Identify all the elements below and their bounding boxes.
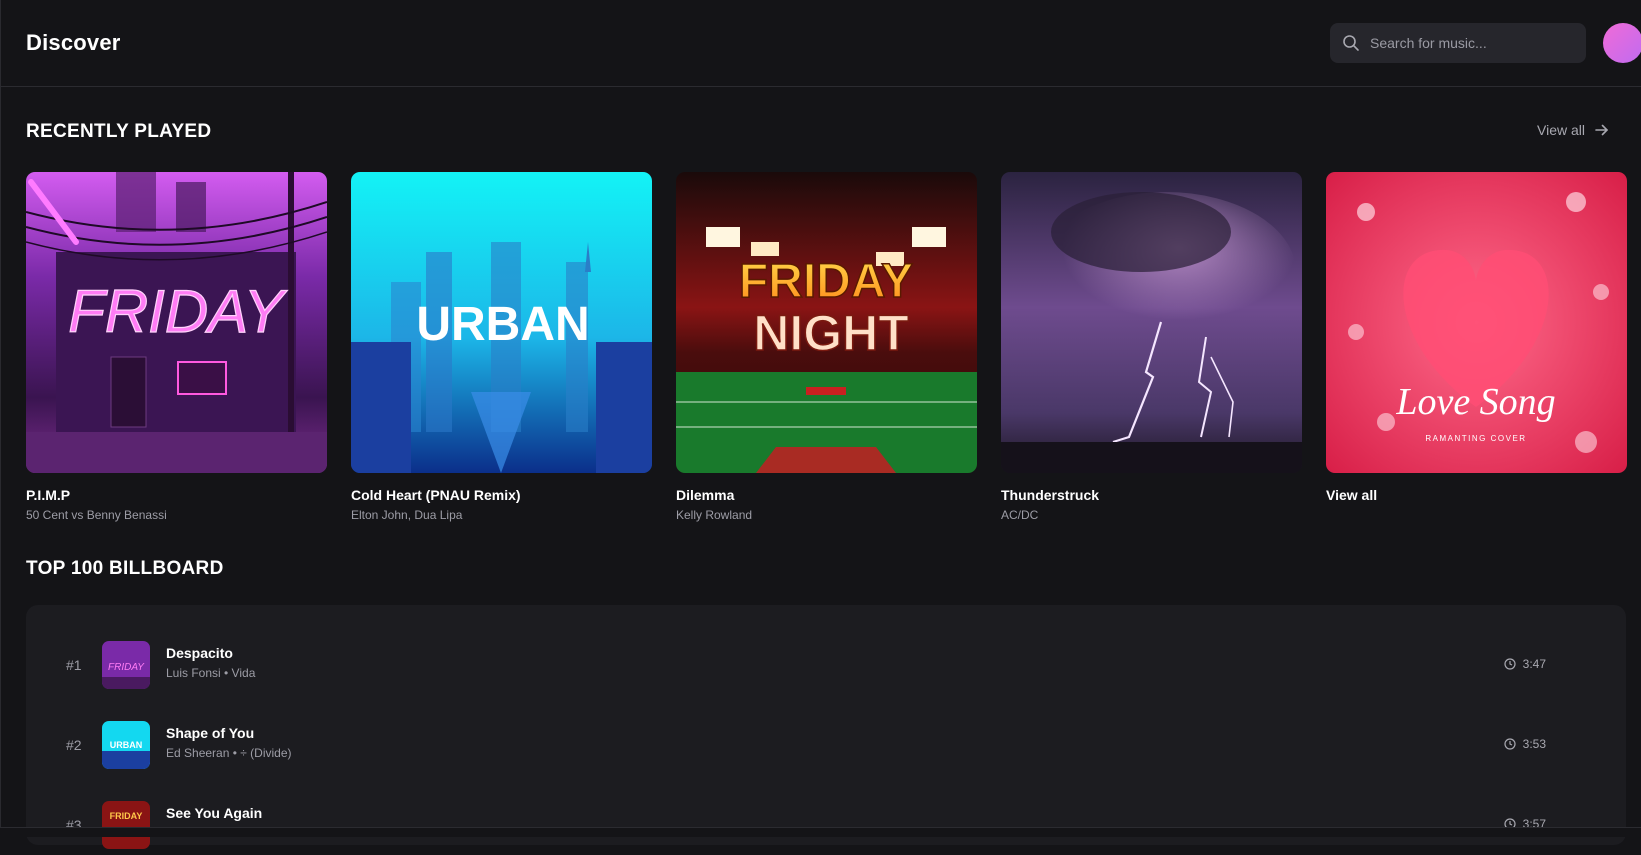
card-title: Thunderstruck	[1001, 487, 1100, 503]
view-all-link[interactable]: View all	[1537, 122, 1609, 138]
album-cover[interactable]: FRIDAY NIGHT	[676, 172, 977, 473]
track-row[interactable]: #2 URBAN Shape of You Ed Sheeran • ÷ (Di…	[26, 715, 1626, 775]
svg-text:FRIDAY: FRIDAY	[108, 662, 145, 673]
track-thumbnail: FRIDAY	[102, 801, 150, 849]
cover-text-line-2: NIGHT	[753, 305, 909, 361]
billboard-list: #1 FRIDAY Despacito Luis Fonsi • Vida 3:…	[26, 605, 1626, 849]
search-input[interactable]	[1370, 23, 1575, 63]
view-all-card[interactable]: Love Song RAMANTING COVER View all	[1326, 172, 1627, 503]
page-title: Discover	[26, 30, 121, 55]
card-title: Cold Heart (PNAU Remix)	[351, 487, 521, 503]
card-subtitle: Elton John, Dua Lipa	[351, 508, 463, 522]
recent-card[interactable]: URBAN Cold Heart (PNAU Remix) Elton John…	[351, 172, 652, 522]
track-rank: #1	[66, 657, 82, 673]
recent-card[interactable]: FRIDAY P.I.M.P 50 Cent vs Benny Benassi	[26, 172, 327, 522]
cover-text: Love Song	[1395, 381, 1555, 423]
card-subtitle: AC/DC	[1001, 508, 1039, 522]
track-subtitle: Ed Sheeran • ÷ (Divide)	[166, 746, 292, 760]
bottom-edge	[0, 827, 1641, 837]
card-title: View all	[1326, 487, 1378, 503]
user-avatar[interactable]	[1603, 23, 1641, 63]
arrow-right-icon	[1595, 124, 1608, 136]
duration-value: 3:47	[1522, 657, 1546, 671]
cover-text: FRIDAY	[68, 278, 288, 345]
track-rank: #2	[66, 737, 82, 753]
view-all-label: View all	[1537, 122, 1585, 138]
recently-played-title: RECENTLY PLAYED	[26, 121, 212, 142]
card-title: P.I.M.P	[26, 487, 71, 503]
recent-card[interactable]: FRIDAY NIGHT Dilemma Kelly Rowland	[676, 172, 977, 522]
duration-value: 3:53	[1522, 737, 1546, 751]
window-edge	[0, 0, 1, 837]
album-cover[interactable]: Love Song RAMANTING COVER	[1326, 172, 1627, 473]
cover-subtext: RAMANTING COVER	[1425, 434, 1526, 443]
search-icon	[1343, 35, 1359, 51]
card-subtitle: 50 Cent vs Benny Benassi	[26, 508, 167, 522]
clock-icon	[1504, 658, 1516, 670]
album-cover[interactable]: URBAN	[351, 172, 652, 473]
track-subtitle: Luis Fonsi • Vida	[166, 666, 256, 680]
clock-icon	[1504, 738, 1516, 750]
card-subtitle: Kelly Rowland	[676, 508, 753, 522]
track-row[interactable]: #3 FRIDAY See You Again 3:57	[26, 795, 1626, 855]
track-duration: 3:53	[1504, 737, 1546, 751]
cover-text-line-1: FRIDAY	[739, 255, 913, 308]
track-row[interactable]: #1 FRIDAY Despacito Luis Fonsi • Vida 3:…	[26, 635, 1626, 695]
track-title: Despacito	[166, 645, 233, 661]
card-title: Dilemma	[676, 487, 735, 503]
cover-text: URBAN	[416, 298, 589, 351]
svg-text:FRIDAY: FRIDAY	[110, 811, 143, 821]
svg-text:URBAN: URBAN	[110, 740, 143, 750]
recent-card[interactable]: Thunderstruck AC/DC	[1001, 172, 1302, 522]
top-header: Discover	[0, 0, 1641, 87]
track-title: See You Again	[166, 805, 263, 821]
track-duration: 3:47	[1504, 657, 1546, 671]
album-cover[interactable]: FRIDAY	[26, 172, 327, 473]
track-thumbnail: URBAN	[102, 721, 150, 769]
search-bar[interactable]	[1330, 23, 1586, 63]
album-cover[interactable]	[1001, 172, 1302, 473]
track-thumbnail: FRIDAY	[102, 641, 150, 689]
track-title: Shape of You	[166, 725, 255, 741]
billboard-title: TOP 100 BILLBOARD	[26, 558, 224, 579]
